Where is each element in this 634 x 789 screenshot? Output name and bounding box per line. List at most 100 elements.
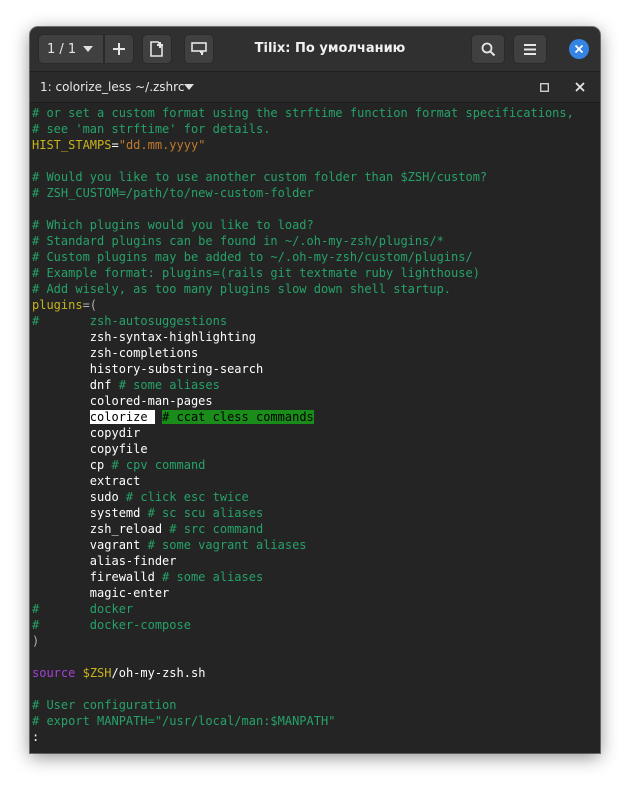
terminal-text: source <box>32 666 76 680</box>
terminal-text: systemd <box>32 506 148 520</box>
hamburger-menu-button[interactable] <box>513 34 547 64</box>
terminal-text: # docker <box>32 602 134 616</box>
terminal-line: zsh_reload # src command <box>32 521 574 537</box>
terminal-output[interactable]: # or set a custom format using the strft… <box>30 103 600 753</box>
terminal-title-label[interactable]: 1: colorize_less ~/.zshrc <box>40 72 184 102</box>
terminal-line: history-substring-search <box>32 361 574 377</box>
close-terminal-button[interactable] <box>574 81 586 93</box>
terminal-line: # docker <box>32 601 574 617</box>
terminal-text: # docker-compose <box>32 618 191 632</box>
terminal-text: extract <box>32 474 141 488</box>
terminal-text: firewalld <box>32 570 163 584</box>
terminal-line: # ZSH_CUSTOM=/path/to/new-custom-folder <box>32 185 574 201</box>
search-icon <box>481 42 495 56</box>
terminal-text: /oh-my-zsh.sh <box>111 666 206 680</box>
terminal-text: # Which plugins would you like to load? <box>32 218 314 232</box>
terminal-line: zsh-syntax-highlighting <box>32 329 574 345</box>
terminal-text: copydir <box>32 426 141 440</box>
chevron-down-icon[interactable] <box>184 84 194 90</box>
terminal-text: vagrant <box>32 538 148 552</box>
terminal-text: =( <box>82 298 98 312</box>
terminal-line: firewalld # some aliases <box>32 569 574 585</box>
maximize-terminal-button[interactable] <box>539 82 549 92</box>
terminal-text: colored-man-pages <box>32 394 213 408</box>
search-match: # ccat cless commands <box>162 410 314 424</box>
terminal-line: systemd # sc scu aliases <box>32 505 574 521</box>
terminal-text: # zsh-autosuggestions <box>32 314 228 328</box>
terminal-line: # User configuration <box>32 697 574 713</box>
add-session-button[interactable] <box>104 34 134 64</box>
terminal-line: colored-man-pages <box>32 393 574 409</box>
terminal-text: history-substring-search <box>32 362 264 376</box>
terminal-text: # User configuration <box>32 698 177 712</box>
close-window-button[interactable] <box>569 39 589 59</box>
terminal-text: # or set a custom format using the strft… <box>32 106 574 120</box>
close-icon <box>575 45 583 53</box>
terminal-line: alias-finder <box>32 553 574 569</box>
terminal-text: zsh-syntax-highlighting <box>32 330 256 344</box>
terminal-line: ) <box>32 633 574 649</box>
terminal-text: zsh_reload <box>32 522 170 536</box>
split-right-icon <box>150 41 163 57</box>
terminal-text: # Standard plugins can be found in ~/.oh… <box>32 234 444 248</box>
terminal-text: # some vagrant aliases <box>147 538 307 552</box>
terminal-line: source $ZSH/oh-my-zsh.sh <box>32 665 574 681</box>
terminal-text: # Example format: plugins=(rails git tex… <box>32 266 480 280</box>
terminal-text: # export MANPATH="/usr/local/man:$MANPAT… <box>32 714 336 728</box>
close-icon <box>575 82 585 92</box>
terminal-text: : <box>32 730 40 744</box>
split-right-button[interactable] <box>142 34 172 64</box>
terminal-text: cp <box>32 458 112 472</box>
terminal-line: zsh-completions <box>32 345 574 361</box>
maximize-icon <box>539 82 549 92</box>
terminal-text: # Would you like to use another custom f… <box>32 170 488 184</box>
terminal-text: zsh-completions <box>32 346 199 360</box>
terminal-text: ) <box>32 634 40 648</box>
terminal-text: = <box>111 138 119 152</box>
session-switcher-button[interactable]: 1 / 1 <box>38 34 104 64</box>
terminal-text: # see 'man strftime' for details. <box>32 122 271 136</box>
terminal-line: # Example format: plugins=(rails git tex… <box>32 265 574 281</box>
terminal-line: copydir <box>32 425 574 441</box>
terminal-text: # some aliases <box>118 378 220 392</box>
terminal-text: HIST_STAMPS <box>32 138 112 152</box>
split-down-button[interactable] <box>184 34 214 64</box>
terminal-title-bar: 1: colorize_less ~/.zshrc <box>30 72 600 103</box>
terminal-line: plugins=( <box>32 297 574 313</box>
window-title: Tilix: По умолчанию <box>254 41 406 56</box>
terminal-text: # some aliases <box>162 570 264 584</box>
terminal-text: # src command <box>169 522 264 536</box>
terminal-text: # Add wisely, as too many plugins slow d… <box>32 282 452 296</box>
terminal-line: magic-enter <box>32 585 574 601</box>
search-button[interactable] <box>471 34 505 64</box>
terminal-text: # sc scu aliases <box>147 506 264 520</box>
terminal-text: plugins <box>32 298 83 312</box>
terminal-text: # ZSH_CUSTOM=/path/to/new-custom-folder <box>32 186 314 200</box>
search-match-current: colorize <box>89 410 155 424</box>
terminal-line: # or set a custom format using the strft… <box>32 105 574 121</box>
terminal-line: # see 'man strftime' for details. <box>32 121 574 137</box>
plus-icon <box>113 43 125 55</box>
terminal-line: # Custom plugins may be added to ~/.oh-m… <box>32 249 574 265</box>
session-label: 1 / 1 <box>47 41 77 57</box>
terminal-line: vagrant # some vagrant aliases <box>32 537 574 553</box>
terminal-line: # Add wisely, as too many plugins slow d… <box>32 281 574 297</box>
terminal-text: alias-finder <box>32 554 177 568</box>
terminal-window: 1 / 1 Tilix: По умолчанию 1: colorize_le… <box>30 27 600 753</box>
terminal-line: extract <box>32 473 574 489</box>
terminal-line: # Which plugins would you like to load? <box>32 217 574 233</box>
terminal-text: magic-enter <box>32 586 170 600</box>
terminal-line: # docker-compose <box>32 617 574 633</box>
hamburger-icon <box>524 43 536 55</box>
terminal-line: cp # cpv command <box>32 457 574 473</box>
terminal-line: sudo # click esc twice <box>32 489 574 505</box>
split-down-icon <box>191 42 207 55</box>
terminal-line: copyfile <box>32 441 574 457</box>
